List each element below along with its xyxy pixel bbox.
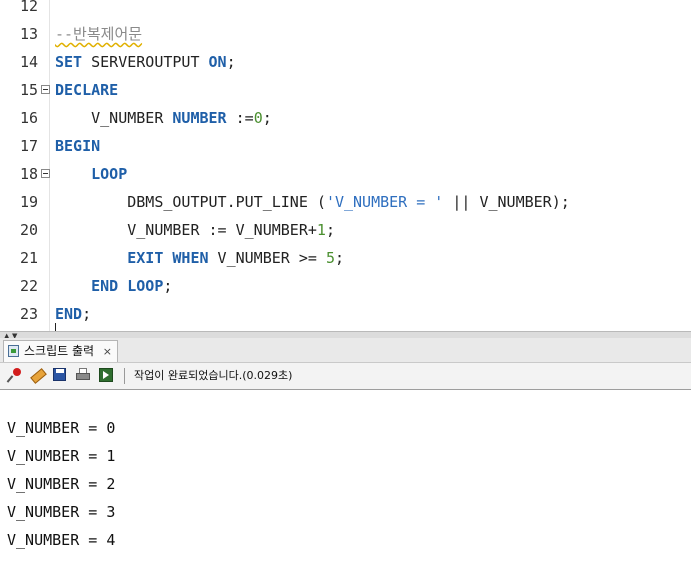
line-number: 18	[19, 165, 38, 183]
code-text: V_NUMBER NUMBER :=0;	[55, 104, 272, 132]
tab-script-output[interactable]: 스크립트 출력 ×	[3, 340, 118, 362]
code-line[interactable]: 23 END;	[0, 300, 691, 328]
code-token: LOOP	[91, 165, 128, 183]
output-toolbar: 작업이 완료되었습니다.(0.029초)	[0, 363, 691, 390]
code-token: V_NUMBER	[55, 109, 173, 127]
line-number: 17	[19, 137, 38, 155]
code-token: BEGIN	[55, 137, 101, 155]
code-token: 'V_NUMBER = '	[325, 193, 444, 211]
code-token: DBMS_OUTPUT.PUT_LINE (	[55, 193, 326, 211]
pin-icon[interactable]	[6, 367, 23, 383]
code-token: EXIT WHEN	[127, 249, 209, 267]
output-line: V_NUMBER = 0	[7, 419, 116, 437]
line-number: 22	[19, 277, 38, 295]
line-number: 21	[19, 249, 38, 267]
toolbar-separator	[124, 368, 125, 384]
code-token: END LOOP	[91, 277, 164, 295]
code-line[interactable]: 19 DBMS_OUTPUT.PUT_LINE ('V_NUMBER = ' |…	[0, 188, 691, 216]
code-token: SET	[55, 53, 83, 71]
code-token: 5	[325, 249, 335, 267]
code-text: END LOOP;	[55, 272, 172, 300]
line-number: 16	[19, 109, 38, 127]
code-token: ;	[163, 277, 173, 295]
code-line[interactable]: 21 EXIT WHEN V_NUMBER >= 5;	[0, 244, 691, 272]
code-token: ;	[226, 53, 236, 71]
code-token: NUMBER	[172, 109, 227, 127]
script-output-icon	[8, 345, 19, 357]
output-line: V_NUMBER = 1	[7, 447, 116, 465]
code-editor[interactable]: 12 13 --반복제어문 14 SET SERVEROUTPUT ON; 15 DECLA…	[0, 0, 691, 331]
output-line: V_NUMBER = 3	[7, 503, 116, 521]
line-number: 12	[19, 0, 38, 15]
fold-toggle-icon[interactable]	[41, 85, 50, 94]
code-text: V_NUMBER := V_NUMBER+1;	[55, 216, 335, 244]
code-token: END	[55, 305, 83, 323]
code-text: DECLARE	[55, 76, 118, 104]
code-token: V_NUMBER := V_NUMBER+	[55, 221, 317, 239]
code-token: 1	[316, 221, 326, 239]
script-output-area[interactable]: V_NUMBER = 0 V_NUMBER = 1 V_NUMBER = 2 V_NU…	[0, 390, 691, 562]
code-line[interactable]: 17 BEGIN	[0, 132, 691, 160]
code-text: DBMS_OUTPUT.PUT_LINE ('V_NUMBER = ' || V…	[55, 188, 570, 216]
code-text: BEGIN	[55, 132, 100, 160]
line-number: 20	[19, 221, 38, 239]
line-number: 13	[19, 25, 38, 43]
fold-toggle-icon[interactable]	[41, 169, 50, 178]
code-token: ON	[208, 53, 227, 71]
code-token: ;	[262, 109, 272, 127]
code-line[interactable]: 20 V_NUMBER := V_NUMBER+1;	[0, 216, 691, 244]
output-line: V_NUMBER = 4	[7, 531, 116, 549]
code-token: DECLARE	[55, 81, 119, 99]
save-icon[interactable]	[52, 367, 68, 383]
code-line[interactable]: 12	[0, 0, 691, 20]
code-line[interactable]: 13 --반복제어문	[0, 20, 691, 48]
output-tabbar: 스크립트 출력 ×	[0, 338, 691, 363]
print-icon[interactable]	[75, 367, 91, 383]
text-cursor	[55, 323, 56, 331]
code-text: LOOP	[55, 160, 127, 188]
code-token: ;	[334, 249, 344, 267]
line-number: 23	[19, 305, 38, 323]
code-token: V_NUMBER >=	[208, 249, 326, 267]
line-number: 19	[19, 193, 38, 211]
output-line: V_NUMBER = 2	[7, 475, 116, 493]
code-line[interactable]: 14 SET SERVEROUTPUT ON;	[0, 48, 691, 76]
code-token: ;	[325, 221, 335, 239]
code-line[interactable]: 16 V_NUMBER NUMBER :=0;	[0, 104, 691, 132]
code-token: SERVEROUTPUT	[82, 53, 209, 71]
code-line[interactable]: 18 LOOP	[0, 160, 691, 188]
line-number: 14	[19, 53, 38, 71]
code-line[interactable]: 22 END LOOP;	[0, 272, 691, 300]
line-number: 15	[19, 81, 38, 99]
code-token: 0	[253, 109, 263, 127]
eraser-icon[interactable]	[29, 367, 47, 384]
tab-label: 스크립트 출력	[24, 344, 95, 358]
code-text: END;	[55, 300, 91, 328]
code-text: --반복제어문	[55, 20, 142, 48]
status-message: 작업이 완료되었습니다.(0.029초)	[134, 369, 293, 382]
code-token: --반복제어문	[55, 25, 143, 43]
code-line[interactable]: 15 DECLARE	[0, 76, 691, 104]
code-token: :=	[226, 109, 254, 127]
tab-close-icon[interactable]: ×	[103, 343, 112, 360]
code-token: ;	[82, 305, 92, 323]
run-icon[interactable]	[98, 367, 114, 383]
code-token: || V_NUMBER);	[443, 193, 570, 211]
code-text: EXIT WHEN V_NUMBER >= 5;	[55, 244, 344, 272]
code-text: SET SERVEROUTPUT ON;	[55, 48, 236, 76]
